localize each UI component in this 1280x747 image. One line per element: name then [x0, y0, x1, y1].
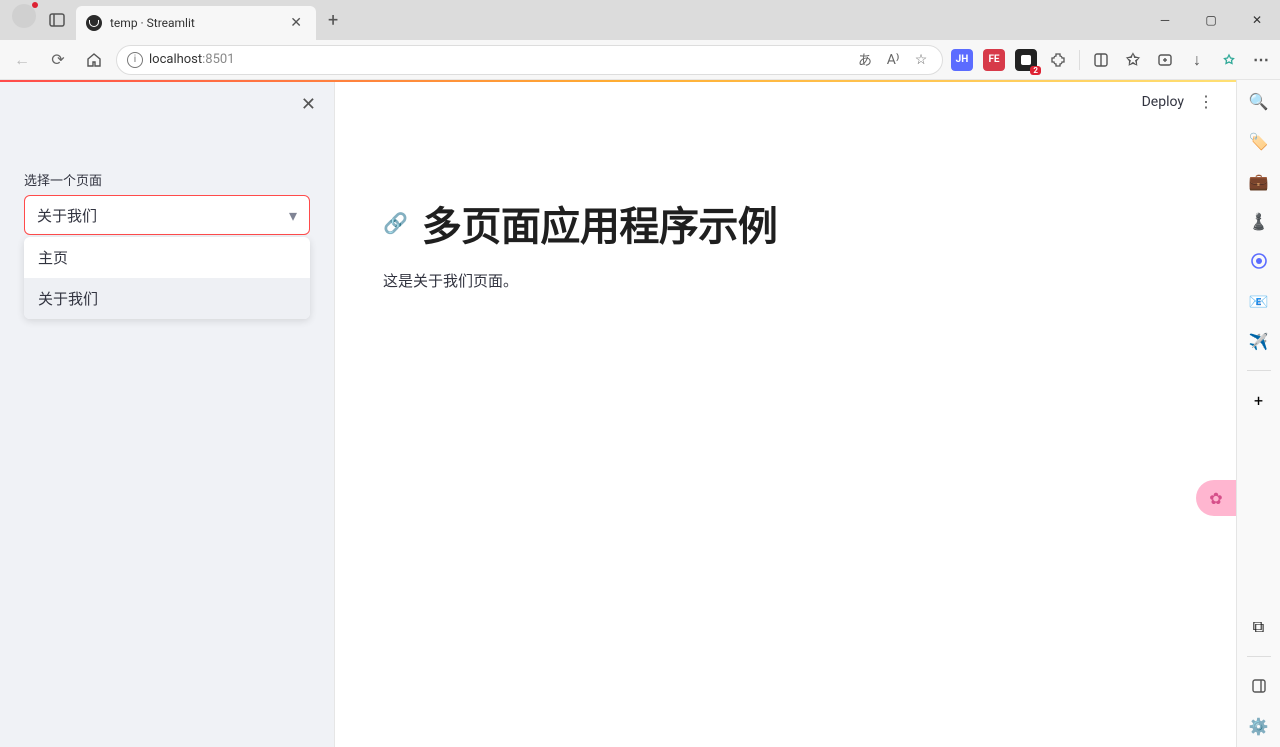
select-label: 选择一个页面 — [24, 170, 310, 189]
sidebar-separator — [1247, 370, 1271, 371]
maximize-button[interactable]: ▢ — [1188, 5, 1234, 35]
extension-jh[interactable]: JH — [951, 49, 973, 71]
new-tab-button[interactable]: + — [328, 10, 338, 31]
favicon-icon — [86, 15, 102, 31]
floating-badge[interactable]: ✿ — [1196, 480, 1236, 516]
select-dropdown: 主页 关于我们 — [24, 237, 310, 319]
search-icon[interactable]: 🔍 — [1248, 90, 1270, 112]
downloads-icon[interactable]: ↓ — [1186, 49, 1208, 71]
window-controls: ─ ▢ ✕ — [1142, 0, 1280, 40]
url-box[interactable]: i localhost:8501 あ A⁾ ☆ — [116, 45, 943, 75]
collections-icon[interactable] — [1154, 49, 1176, 71]
tab-title: temp · Streamlit — [110, 16, 278, 30]
select-option-home[interactable]: 主页 — [24, 237, 310, 278]
send-icon[interactable]: ✈️ — [1248, 330, 1270, 352]
games-icon[interactable]: ♟️ — [1248, 210, 1270, 232]
tab-close-button[interactable]: ✕ — [286, 13, 306, 33]
streamlit-sidebar: ✕ 选择一个页面 关于我们 ▾ 主页 关于我们 — [0, 80, 335, 747]
streamlit-main: Deploy ⋮ 🔗 多页面应用程序示例 这是关于我们页面。 — [335, 80, 1236, 747]
sidebar-close-button[interactable]: ✕ — [301, 94, 316, 115]
chevron-down-icon: ▾ — [289, 206, 297, 225]
page-body: 这是关于我们页面。 — [383, 270, 1188, 291]
more-menu-icon[interactable]: ⋯ — [1250, 49, 1272, 71]
deploy-button[interactable]: Deploy — [1142, 94, 1184, 110]
settings-icon[interactable]: ⚙️ — [1248, 715, 1270, 737]
edge-sidebar: 🔍 🏷️ 💼 ♟️ 📧 ✈️ + ⧉ ⚙️ — [1236, 80, 1280, 747]
tools-icon[interactable]: 💼 — [1248, 170, 1270, 192]
address-bar: ← ⟳ i localhost:8501 あ A⁾ ☆ JH FE — [0, 40, 1280, 80]
select-option-about[interactable]: 关于我们 — [24, 278, 310, 319]
titlebar: temp · Streamlit ✕ + ─ ▢ ✕ — [0, 0, 1280, 40]
page-title: 多页面应用程序示例 — [422, 194, 778, 252]
extensions: JH FE ✩ ↓ ⋯ — [951, 49, 1272, 71]
extension-fe[interactable]: FE — [983, 49, 1005, 71]
streamlit-app: ✕ 选择一个页面 关于我们 ▾ 主页 关于我们 Deploy ⋮ 🔗 — [0, 80, 1236, 747]
tab-actions-icon[interactable] — [48, 11, 66, 29]
split-screen-icon[interactable] — [1090, 49, 1112, 71]
screenshot-icon[interactable]: ⧉ — [1248, 616, 1270, 638]
close-window-button[interactable]: ✕ — [1234, 5, 1280, 35]
panel-toggle-icon[interactable] — [1248, 675, 1270, 697]
app-menu-icon[interactable]: ⋮ — [1198, 92, 1214, 111]
browser-tab[interactable]: temp · Streamlit ✕ — [76, 6, 316, 40]
divider — [1079, 50, 1080, 70]
favorites-icon[interactable]: ✩ — [1122, 49, 1144, 71]
minimize-button[interactable]: ─ — [1142, 5, 1188, 35]
profile-avatar[interactable] — [12, 4, 36, 28]
page-select[interactable]: 关于我们 ▾ — [24, 195, 310, 235]
extension-notifications[interactable] — [1015, 49, 1037, 71]
shopping-tag-icon[interactable]: 🏷️ — [1248, 130, 1270, 152]
favorite-icon[interactable]: ☆ — [910, 49, 932, 71]
main-heading-row: 🔗 多页面应用程序示例 — [383, 194, 1188, 252]
anchor-link-icon[interactable]: 🔗 — [383, 211, 408, 235]
read-aloud-icon[interactable]: A⁾ — [882, 49, 904, 71]
deploy-bar: Deploy ⋮ — [1142, 92, 1214, 111]
sidebar-separator — [1247, 656, 1271, 657]
translate-icon[interactable]: あ — [854, 49, 876, 71]
copilot-icon[interactable] — [1248, 250, 1270, 272]
performance-icon[interactable] — [1218, 49, 1240, 71]
add-sidebar-item[interactable]: + — [1248, 389, 1270, 411]
url-text: localhost:8501 — [149, 52, 235, 67]
back-button[interactable]: ← — [8, 46, 36, 74]
select-value: 关于我们 — [37, 205, 97, 226]
extensions-menu-icon[interactable] — [1047, 49, 1069, 71]
home-button[interactable] — [80, 46, 108, 74]
refresh-button[interactable]: ⟳ — [44, 46, 72, 74]
site-info-icon[interactable]: i — [127, 52, 143, 68]
outlook-icon[interactable]: 📧 — [1248, 290, 1270, 312]
